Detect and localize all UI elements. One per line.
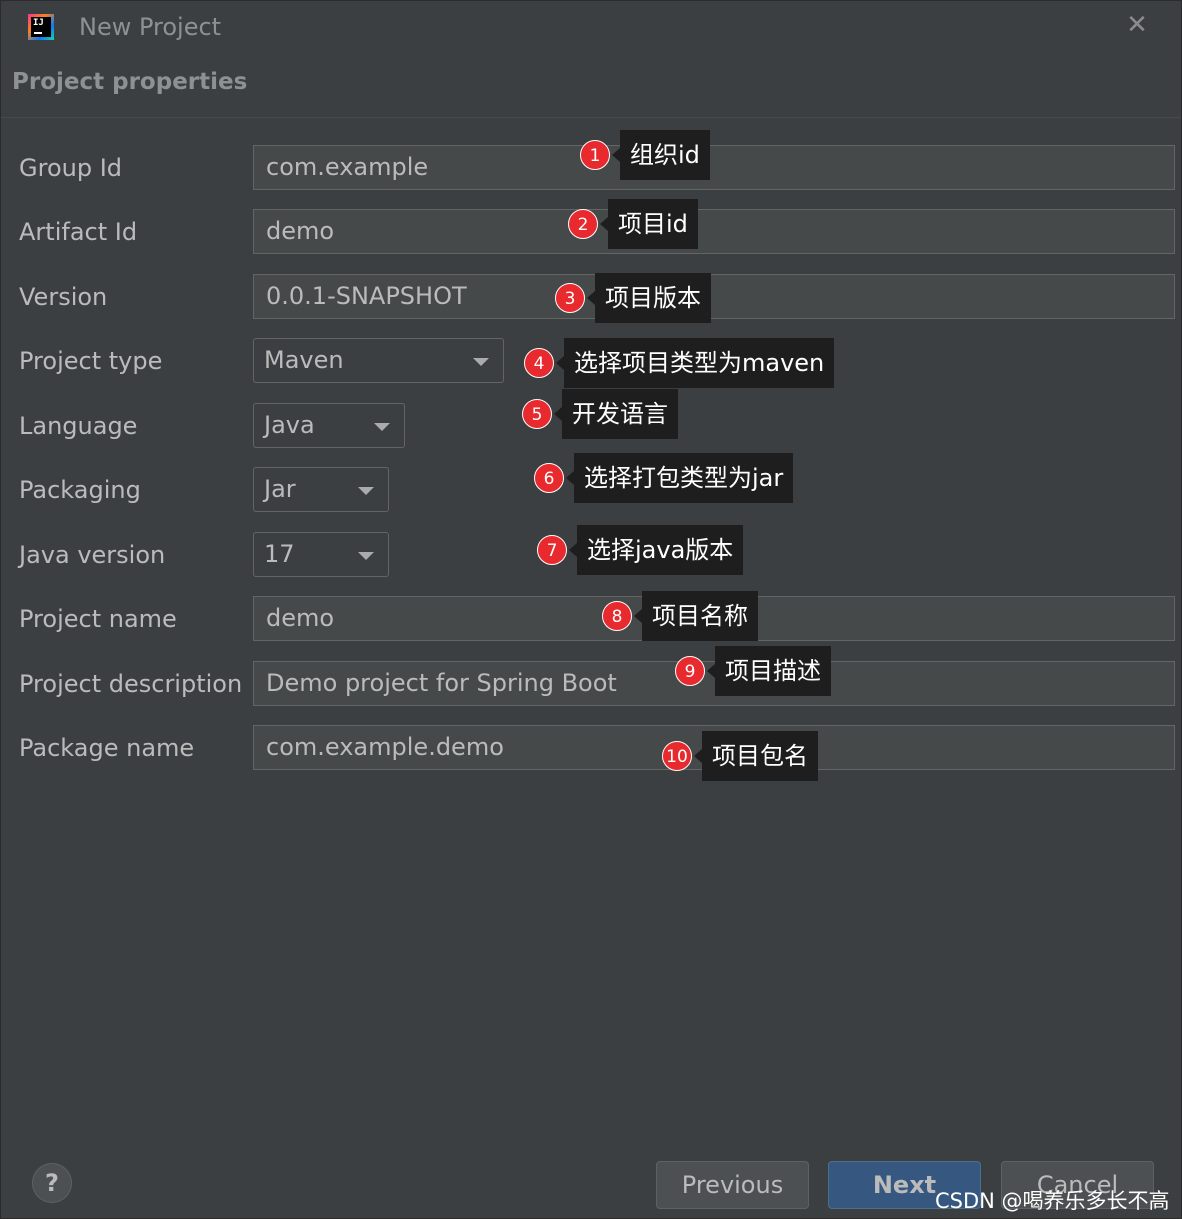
annotation-number: 4 xyxy=(524,348,554,378)
separator xyxy=(1,117,1181,118)
annotation-text: 选择java版本 xyxy=(577,525,744,575)
annotation-3: 3 项目版本 xyxy=(555,273,711,323)
annotation-10: 10 项目包名 xyxy=(662,731,818,781)
project-type-value: Maven xyxy=(264,346,344,374)
annotation-4: 4 选择项目类型为maven xyxy=(524,338,835,388)
packaging-dropdown[interactable]: Jar xyxy=(253,467,389,512)
annotation-2: 2 项目id xyxy=(568,199,698,249)
annotation-5: 5 开发语言 xyxy=(522,389,678,439)
package-name-label: Package name xyxy=(19,734,195,762)
annotation-number: 2 xyxy=(568,209,598,239)
annotation-number: 6 xyxy=(534,463,564,493)
annotation-7: 7 选择java版本 xyxy=(537,525,744,575)
chevron-down-icon xyxy=(358,487,374,495)
group-id-label: Group Id xyxy=(19,154,123,182)
artifact-id-label: Artifact Id xyxy=(19,218,138,246)
language-dropdown[interactable]: Java xyxy=(253,403,405,448)
annotation-text: 组织id xyxy=(620,130,710,180)
annotation-number: 8 xyxy=(602,601,632,631)
annotation-text: 项目描述 xyxy=(715,646,831,696)
annotation-text: 项目版本 xyxy=(595,273,711,323)
project-type-dropdown[interactable]: Maven xyxy=(253,338,504,383)
previous-button[interactable]: Previous xyxy=(656,1161,809,1209)
help-icon[interactable]: ? xyxy=(32,1163,72,1203)
annotation-number: 9 xyxy=(675,656,705,686)
annotation-6: 6 选择打包类型为jar xyxy=(534,453,794,503)
annotation-text: 选择打包类型为jar xyxy=(574,453,794,503)
chevron-down-icon xyxy=(374,423,390,431)
packaging-label: Packaging xyxy=(19,476,141,504)
annotation-text: 项目名称 xyxy=(642,591,758,641)
close-icon[interactable]: ✕ xyxy=(1123,11,1151,39)
csdn-watermark: CSDN @喝养乐多长不高 xyxy=(935,1189,1170,1213)
section-title: Project properties xyxy=(12,69,248,95)
intellij-app-icon: IJ xyxy=(28,14,54,40)
annotation-text: 项目包名 xyxy=(702,731,818,781)
app-icon-text: IJ xyxy=(33,18,44,28)
packaging-value: Jar xyxy=(264,475,296,503)
chevron-down-icon xyxy=(358,552,374,560)
title-bar: IJ New Project ✕ xyxy=(1,1,1181,57)
annotation-text: 选择项目类型为maven xyxy=(564,338,835,388)
java-version-label: Java version xyxy=(19,541,166,569)
version-input[interactable]: 0.0.1-SNAPSHOT xyxy=(253,274,1175,319)
window-title: New Project xyxy=(79,13,222,41)
annotation-number: 1 xyxy=(580,140,610,170)
annotation-number: 7 xyxy=(537,535,567,565)
annotation-8: 8 项目名称 xyxy=(602,591,758,641)
new-project-dialog: IJ New Project ✕ Project properties Grou… xyxy=(0,0,1182,1219)
annotation-text: 开发语言 xyxy=(562,389,678,439)
language-value: Java xyxy=(264,411,315,439)
annotation-number: 10 xyxy=(662,741,692,771)
project-name-label: Project name xyxy=(19,605,177,633)
java-version-dropdown[interactable]: 17 xyxy=(253,532,389,577)
group-id-input[interactable]: com.example xyxy=(253,145,1175,190)
project-description-label: Project description xyxy=(19,670,243,698)
chevron-down-icon xyxy=(473,358,489,366)
annotation-text: 项目id xyxy=(608,199,698,249)
artifact-id-input[interactable]: demo xyxy=(253,209,1175,254)
annotation-9: 9 项目描述 xyxy=(675,646,831,696)
language-label: Language xyxy=(19,412,138,440)
project-type-label: Project type xyxy=(19,347,163,375)
annotation-number: 3 xyxy=(555,283,585,313)
version-label: Version xyxy=(19,283,108,311)
java-version-value: 17 xyxy=(264,540,295,568)
annotation-1: 1 组织id xyxy=(580,130,710,180)
annotation-number: 5 xyxy=(522,399,552,429)
